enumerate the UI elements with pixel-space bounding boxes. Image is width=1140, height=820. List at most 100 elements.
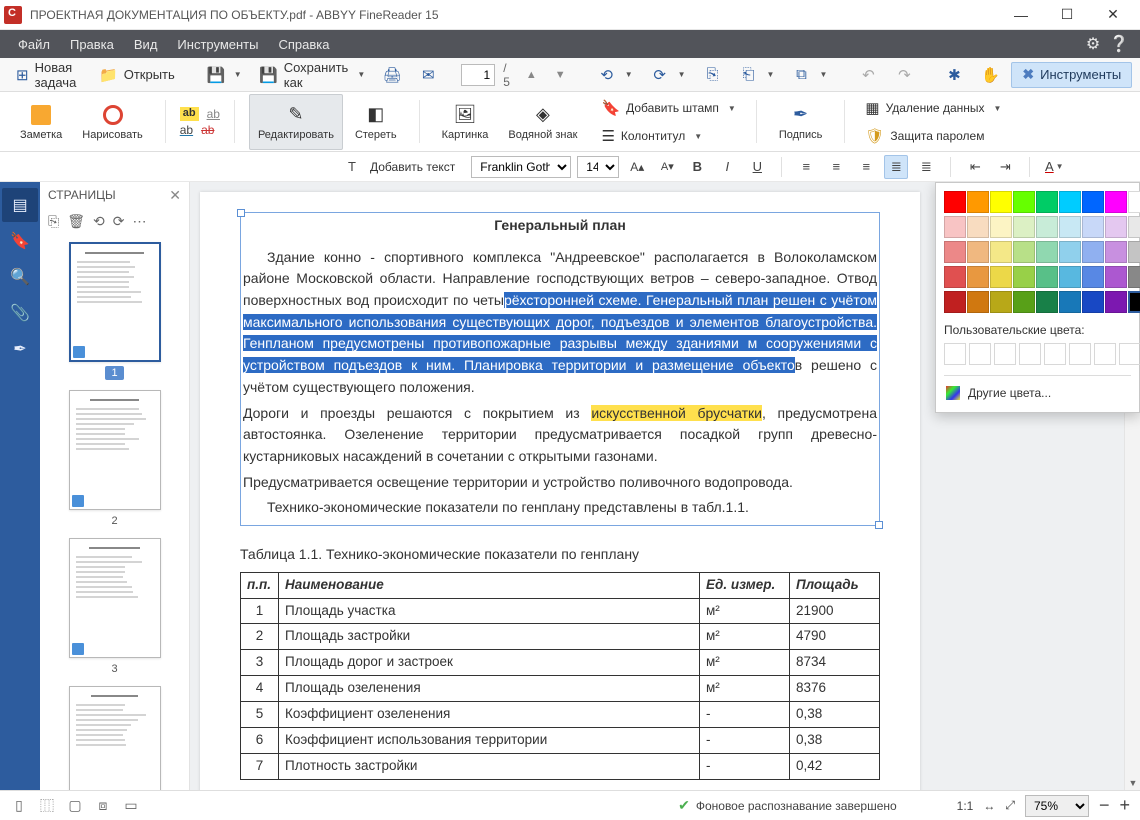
color-swatch[interactable]	[1105, 291, 1127, 313]
note-button[interactable]: Заметка	[12, 94, 70, 150]
pages-panel-close-icon[interactable]: ✕	[169, 187, 181, 204]
align-center-icon[interactable]: ≡	[824, 155, 848, 179]
highlight-blue-icon[interactable]: ab	[180, 123, 193, 137]
page-tool-2[interactable]: ⎗▼	[732, 61, 783, 89]
font-grow-icon[interactable]: A▴	[625, 155, 649, 179]
view-mode-3-icon[interactable]: ▢	[66, 797, 84, 815]
highlight-yellow-icon[interactable]: ab	[180, 107, 199, 121]
add-stamp-button[interactable]: 🔖 Добавить штамп ▼	[595, 95, 741, 121]
redo-button[interactable]: ↷	[887, 61, 921, 89]
font-color-button[interactable]: A▼	[1042, 155, 1066, 179]
highlight-underline-icon[interactable]: ab	[207, 107, 220, 121]
menu-tools[interactable]: Инструменты	[167, 30, 268, 58]
custom-swatch[interactable]	[969, 343, 991, 365]
custom-swatch[interactable]	[1019, 343, 1041, 365]
color-swatch[interactable]	[1036, 241, 1058, 263]
color-swatch[interactable]	[1013, 241, 1035, 263]
menu-view[interactable]: Вид	[124, 30, 168, 58]
color-swatch[interactable]	[990, 266, 1012, 288]
comments-button[interactable]: 💬 3	[1134, 67, 1140, 83]
color-swatch[interactable]	[1036, 191, 1058, 213]
close-button[interactable]: ✕	[1090, 0, 1136, 30]
watermark-button[interactable]: ◈ Водяной знак	[500, 94, 585, 150]
color-swatch[interactable]	[944, 241, 966, 263]
view-mode-2-icon[interactable]: ⿲	[38, 797, 56, 815]
custom-swatch[interactable]	[944, 343, 966, 365]
line-spacing-icon[interactable]: ≣	[914, 155, 938, 179]
settings-icon[interactable]: ⚙	[1080, 31, 1106, 57]
view-mode-5-icon[interactable]: ▭	[122, 797, 140, 815]
rotate-page-left-icon[interactable]: ⟲	[93, 213, 105, 230]
color-swatch[interactable]	[990, 216, 1012, 238]
maximize-button[interactable]: ☐	[1044, 0, 1090, 30]
view-mode-4-icon[interactable]: ⧈	[94, 797, 112, 815]
page-thumbnail[interactable]: 2	[40, 390, 189, 528]
undo-button[interactable]: ↶	[851, 61, 885, 89]
erase-button[interactable]: ◧ Стереть	[347, 94, 405, 150]
align-right-icon[interactable]: ≡	[854, 155, 878, 179]
indent-increase-icon[interactable]: ⇥	[993, 155, 1017, 179]
text-edit-box[interactable]: Генеральный план Здание конно - спортивн…	[240, 212, 880, 526]
color-swatch[interactable]	[1128, 216, 1140, 238]
align-left-icon[interactable]: ≡	[794, 155, 818, 179]
indent-decrease-icon[interactable]: ⇤	[963, 155, 987, 179]
tools-pill[interactable]: ✖ Инструменты	[1011, 62, 1132, 88]
color-swatch[interactable]	[1082, 291, 1104, 313]
custom-swatch[interactable]	[1069, 343, 1091, 365]
color-swatch[interactable]	[1105, 266, 1127, 288]
header-footer-button[interactable]: ☰ Колонтитул ▼	[595, 123, 741, 149]
zoom-out-button[interactable]: −	[1099, 795, 1110, 816]
fit-width-icon[interactable]: ↔	[983, 799, 995, 813]
page-thumbnail[interactable]: 1	[40, 242, 189, 380]
menu-edit[interactable]: Правка	[60, 30, 124, 58]
menu-file[interactable]: Файл	[8, 30, 60, 58]
color-swatch[interactable]	[1128, 191, 1140, 213]
font-select[interactable]: Franklin Gothic Book	[471, 156, 571, 178]
page-thumbnail[interactable]: 3	[40, 538, 189, 676]
color-swatch[interactable]	[990, 241, 1012, 263]
delete-data-button[interactable]: ▦ Удаление данных ▼	[859, 95, 1007, 121]
print-button[interactable]: 🖨	[375, 61, 409, 89]
color-swatch[interactable]	[1128, 241, 1140, 263]
color-swatch[interactable]	[1036, 216, 1058, 238]
page-tool-1[interactable]: ⎘	[696, 61, 730, 89]
color-swatch[interactable]	[990, 291, 1012, 313]
color-swatch[interactable]	[1059, 216, 1081, 238]
color-swatch[interactable]	[944, 291, 966, 313]
rotate-left-button[interactable]: ⟲▼	[590, 61, 641, 89]
signatures-tab-icon[interactable]: ✒	[2, 332, 38, 366]
color-swatch[interactable]	[1082, 191, 1104, 213]
color-swatch[interactable]	[1013, 191, 1035, 213]
italic-icon[interactable]: I	[715, 155, 739, 179]
attachments-tab-icon[interactable]: 📎	[2, 296, 38, 330]
save-as-button[interactable]: 💾 Сохранить как ▼	[252, 61, 374, 89]
minimize-button[interactable]: —	[998, 0, 1044, 30]
color-swatch[interactable]	[1059, 191, 1081, 213]
pages-more-icon[interactable]: ⋯	[132, 213, 146, 230]
color-swatch[interactable]	[1013, 216, 1035, 238]
sign-button[interactable]: ✒ Подпись	[771, 94, 831, 150]
color-swatch[interactable]	[1082, 266, 1104, 288]
align-justify-icon[interactable]: ≣	[884, 155, 908, 179]
picture-button[interactable]: 🖼 Картинка	[434, 94, 497, 150]
add-text-icon[interactable]: T	[340, 155, 364, 179]
color-swatch[interactable]	[967, 291, 989, 313]
color-swatch[interactable]	[967, 266, 989, 288]
color-swatch[interactable]	[967, 191, 989, 213]
add-text-label[interactable]: Добавить текст	[370, 160, 455, 174]
page-up-button[interactable]: ▲	[518, 61, 545, 89]
color-swatch[interactable]	[1036, 266, 1058, 288]
password-button[interactable]: 🛡 Защита паролем	[859, 123, 1007, 149]
color-swatch[interactable]	[944, 216, 966, 238]
color-swatch[interactable]	[1013, 266, 1035, 288]
color-swatch[interactable]	[1013, 291, 1035, 313]
page-number-input[interactable]	[461, 64, 495, 86]
color-swatch[interactable]	[1036, 291, 1058, 313]
color-swatch[interactable]	[944, 266, 966, 288]
page-thumbnail[interactable]: 4	[40, 686, 189, 790]
rotate-page-right-icon[interactable]: ⟳	[113, 213, 125, 230]
zoom-select[interactable]: 75%	[1025, 795, 1089, 817]
mail-button[interactable]: ✉	[411, 61, 445, 89]
color-swatch[interactable]	[944, 191, 966, 213]
custom-swatch[interactable]	[1119, 343, 1140, 365]
